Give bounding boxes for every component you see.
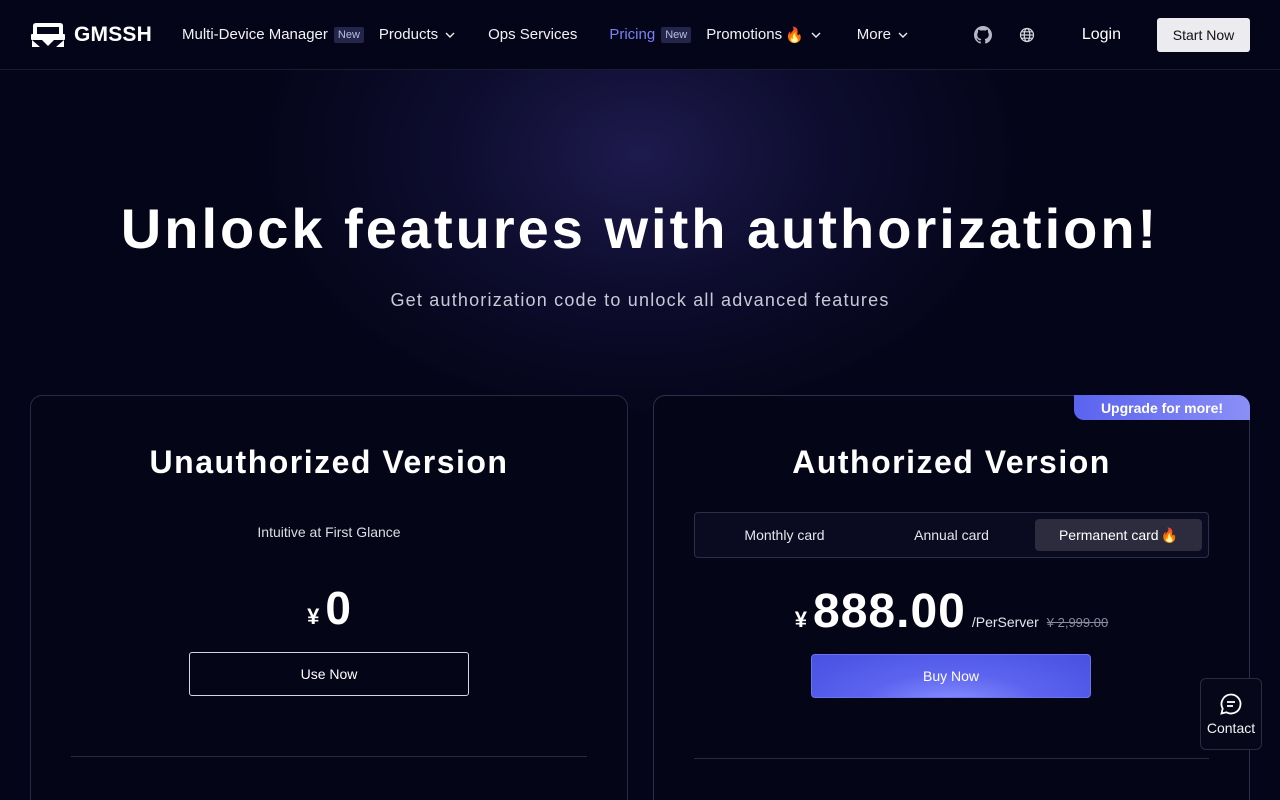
nav-multi-device-manager[interactable]: Multi-Device Manager New: [182, 0, 364, 70]
nav-label: Ops Services: [488, 26, 578, 43]
chevron-down-icon: [811, 32, 821, 38]
nav-label: Promotions: [706, 26, 783, 43]
price-row: ¥ 0: [31, 581, 627, 635]
fire-icon: 🔥: [785, 26, 804, 44]
nav-label: More: [856, 26, 891, 43]
price-value: 888.00: [813, 585, 966, 638]
price-row: ¥ 888.00 /PerServer ¥ 2,999.00: [654, 584, 1249, 639]
hero-subtitle: Get authorization code to unlock all adv…: [390, 290, 890, 310]
logo[interactable]: GMSSH: [30, 22, 152, 48]
chat-icon: [1220, 693, 1242, 715]
currency-symbol: ¥: [794, 607, 808, 632]
original-price: ¥ 2,999.00: [1046, 615, 1109, 630]
tab-label: Permanent card: [1058, 527, 1159, 543]
start-now-button[interactable]: Start Now: [1157, 17, 1250, 52]
navbar: GMSSH Multi-Device Manager New Products …: [0, 0, 1280, 70]
tab-label: Annual card: [914, 527, 989, 543]
price-unit: /PerServer: [971, 614, 1039, 630]
nav-ops-services[interactable]: Ops Services: [488, 0, 577, 70]
globe-icon[interactable]: [1016, 24, 1038, 46]
hero-title: Unlock features with authorization!: [120, 197, 1160, 260]
login-link[interactable]: Login: [1082, 26, 1121, 44]
currency-symbol: ¥: [307, 604, 320, 629]
nav-pricing[interactable]: Pricing New: [609, 0, 692, 70]
use-now-button[interactable]: Use Now: [189, 652, 469, 696]
divider: [694, 758, 1209, 759]
contact-button[interactable]: Contact: [1200, 678, 1262, 750]
nav-more[interactable]: More: [857, 0, 909, 70]
upgrade-ribbon: Upgrade for more!: [1074, 395, 1250, 420]
buy-now-button[interactable]: Buy Now: [811, 654, 1091, 698]
github-icon[interactable]: [972, 24, 994, 46]
fire-icon: 🔥: [1160, 526, 1179, 543]
tab-annual-card[interactable]: Annual card: [868, 519, 1035, 551]
tab-label: Monthly card: [744, 527, 825, 543]
authorized-card: Upgrade for more! Authorized Version Mon…: [653, 395, 1250, 800]
card-description: Intuitive at First Glance: [257, 524, 401, 540]
chevron-down-icon: [445, 32, 455, 38]
nav-products[interactable]: Products: [379, 0, 456, 70]
chevron-down-icon: [898, 32, 908, 38]
plan-tabs: Monthly card Annual card Permanent card …: [694, 512, 1209, 558]
card-title: Unauthorized Version: [149, 444, 509, 480]
price-value: 0: [325, 582, 351, 634]
nav-promotions[interactable]: Promotions 🔥: [706, 0, 822, 70]
nav-label: Products: [378, 26, 439, 43]
contact-label: Contact: [1206, 720, 1256, 736]
brand-name: GMSSH: [74, 22, 153, 46]
nav-label: Pricing: [609, 26, 656, 43]
nav-label: Multi-Device Manager: [182, 26, 328, 43]
tab-monthly-card[interactable]: Monthly card: [701, 519, 868, 551]
tab-permanent-card[interactable]: Permanent card 🔥: [1035, 519, 1202, 551]
nav-links: Multi-Device Manager New Products Ops Se…: [182, 0, 924, 70]
nav-right: Login Start Now: [950, 17, 1250, 52]
card-title: Authorized Version: [792, 444, 1111, 480]
unauthorized-card: Unauthorized Version Intuitive at First …: [30, 395, 628, 800]
new-badge: New: [333, 26, 364, 43]
logo-icon: [30, 22, 66, 48]
divider: [71, 756, 587, 757]
new-badge: New: [661, 26, 692, 43]
